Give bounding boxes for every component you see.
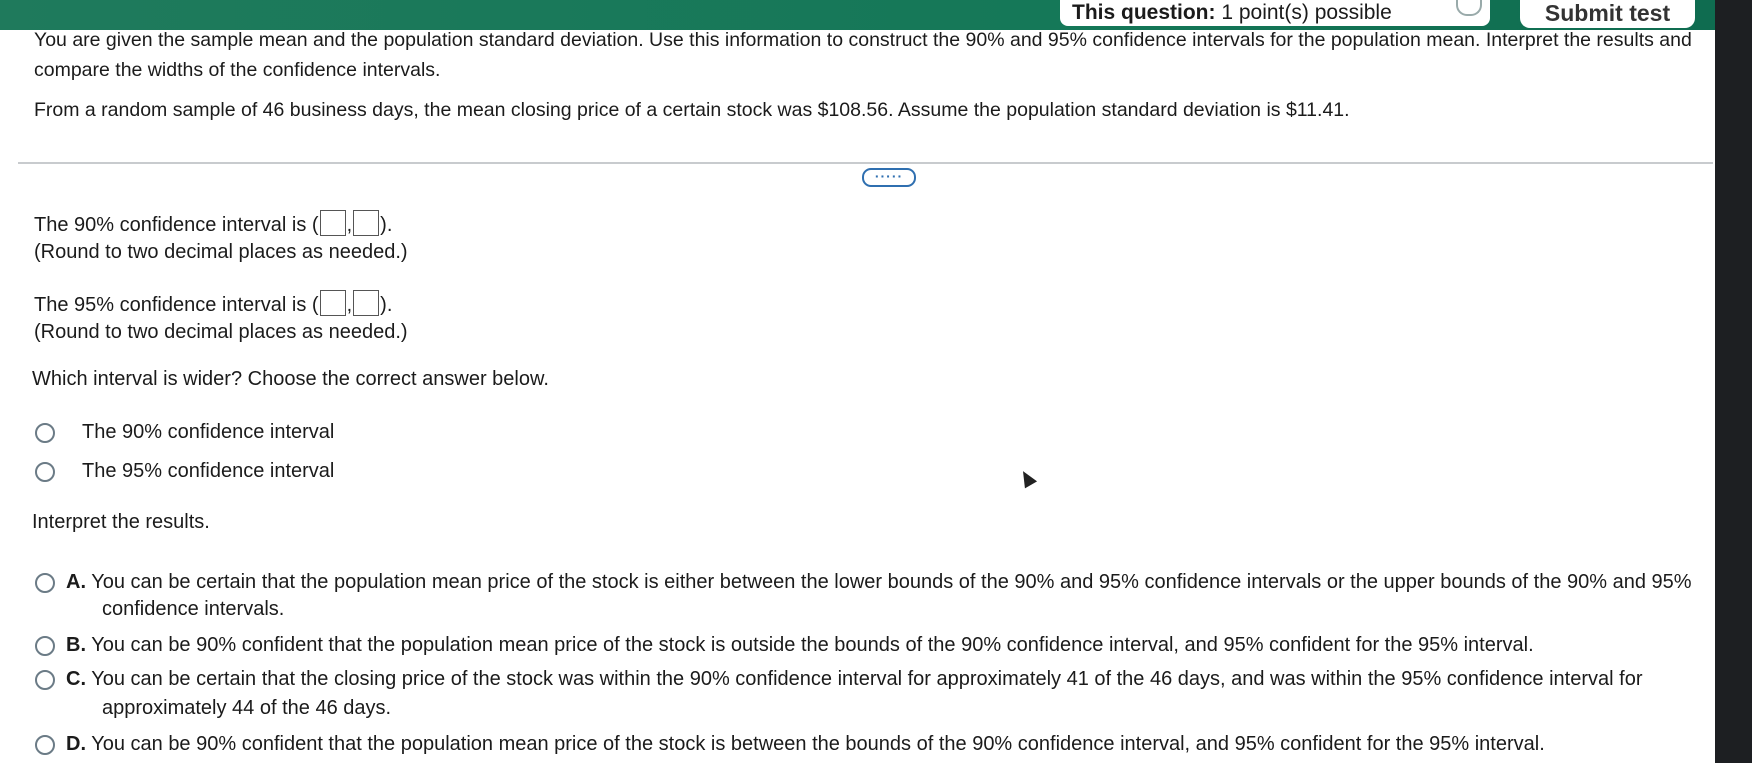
- option-text: You can be certain that the population m…: [91, 571, 1692, 593]
- interpret-option-c-radio[interactable]: [35, 670, 55, 690]
- ci90-line: The 90% confidence interval is (,).: [34, 210, 392, 237]
- wider-option-90-radio[interactable]: [35, 423, 55, 443]
- ci95-prefix: The 95% confidence interval is (: [34, 294, 319, 316]
- interpret-option-b[interactable]: B. You can be 90% confident that the pop…: [66, 633, 1534, 657]
- points-value: 1 point(s) possible: [1221, 1, 1392, 24]
- interpret-prompt: Interpret the results.: [32, 511, 210, 533]
- interpret-option-d-radio[interactable]: [35, 735, 55, 755]
- ci90-upper-input[interactable]: [353, 210, 380, 236]
- ci90-prefix: The 90% confidence interval is (: [34, 214, 319, 236]
- option-letter: A.: [66, 571, 86, 593]
- question-page: This question: 1 point(s) possible Submi…: [0, 0, 1715, 763]
- ci95-comma: ,: [346, 294, 353, 316]
- wider-prompt: Which interval is wider? Choose the corr…: [32, 368, 549, 390]
- mouse-cursor-icon: [1016, 467, 1038, 489]
- points-label: This question:: [1072, 1, 1216, 24]
- ci95-lower-input[interactable]: [319, 290, 346, 316]
- ci95-note: (Round to two decimal places as needed.): [34, 321, 408, 343]
- submit-test-button[interactable]: Submit test: [1520, 0, 1695, 28]
- question-data: From a random sample of 46 business days…: [34, 99, 1350, 121]
- ci95-upper-input[interactable]: [353, 290, 380, 316]
- interpret-option-a-radio[interactable]: [35, 573, 55, 593]
- interpret-option-c-line2[interactable]: approximately 44 of the 46 days.: [102, 696, 391, 720]
- interpret-option-a-line2[interactable]: confidence intervals.: [102, 597, 284, 621]
- option-letter: D.: [66, 733, 86, 755]
- interpret-option-d[interactable]: D. You can be 90% confident that the pop…: [66, 732, 1545, 756]
- wider-option-95-radio[interactable]: [35, 462, 55, 482]
- option-text: You can be certain that the closing pric…: [91, 668, 1643, 690]
- interpret-option-c[interactable]: C. You can be certain that the closing p…: [66, 667, 1642, 691]
- ci90-lower-input[interactable]: [319, 210, 346, 236]
- ci95-suffix: ).: [380, 294, 393, 316]
- points-info: This question: 1 point(s) possible: [1072, 1, 1392, 25]
- expand-more-button[interactable]: ·····: [862, 168, 916, 187]
- wider-option-90-label[interactable]: The 90% confidence interval: [82, 420, 334, 444]
- ci90-note: (Round to two decimal places as needed.): [34, 241, 408, 263]
- interpret-option-b-radio[interactable]: [35, 636, 55, 656]
- wider-option-95-label[interactable]: The 95% confidence interval: [82, 459, 334, 483]
- ci90-suffix: ).: [380, 214, 393, 236]
- ci90-comma: ,: [346, 214, 353, 236]
- option-text: You can be 90% confident that the popula…: [91, 634, 1534, 656]
- ci95-line: The 95% confidence interval is (,).: [34, 290, 392, 317]
- question-intro-line1: You are given the sample mean and the po…: [34, 29, 1692, 51]
- option-text: You can be 90% confident that the popula…: [91, 733, 1545, 755]
- interpret-option-a[interactable]: A. You can be certain that the populatio…: [66, 570, 1692, 594]
- option-letter: C.: [66, 668, 86, 690]
- question-intro-line2: compare the widths of the confidence int…: [34, 59, 441, 81]
- option-letter: B.: [66, 634, 86, 656]
- divider: [18, 162, 1713, 164]
